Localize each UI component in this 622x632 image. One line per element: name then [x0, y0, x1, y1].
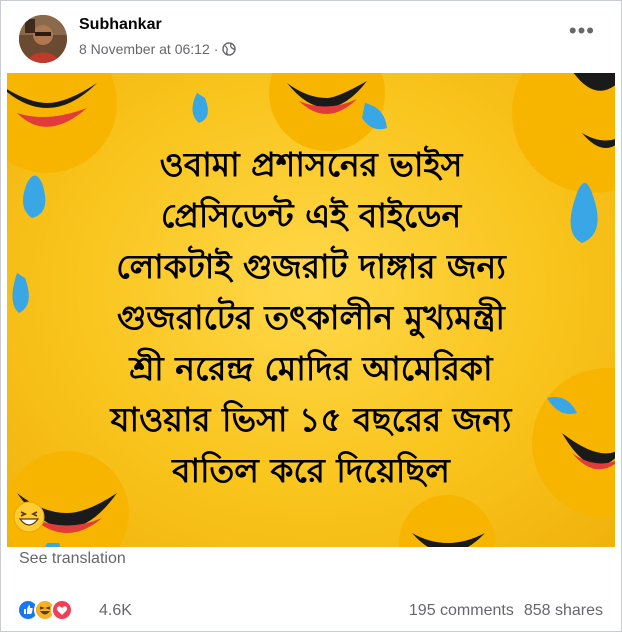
post-header: Subhankar 8 November at 06:12 · •••: [1, 1, 621, 73]
meta-separator: ·: [213, 41, 219, 57]
post-meta: 8 November at 06:12 ·: [79, 41, 237, 57]
meme-text-last-line: বাতিল করে দিয়েছিল: [7, 445, 615, 533]
comments-count[interactable]: 195 comments: [409, 602, 514, 620]
meme-text-line: গুজরাটের তৎকালীন মুখ্যমন্ত্রী: [117, 298, 505, 337]
see-translation-link[interactable]: See translation: [19, 550, 126, 568]
meme-text-line: ওবামা প্রশাসনের ভাইস: [159, 145, 463, 184]
reaction-count[interactable]: 4.6K: [99, 602, 132, 620]
engagement-stats: 195 comments 858 shares: [409, 602, 603, 620]
meme-text-line: শ্রী নরেন্দ্র মোদির আমেরিকা: [129, 349, 493, 388]
author-name[interactable]: Subhankar: [79, 16, 162, 34]
post-footer: 4.6K 195 comments 858 shares: [1, 595, 621, 629]
love-icon: [51, 599, 73, 621]
more-options-icon[interactable]: •••: [569, 20, 595, 42]
meme-text: ওবামা প্রশাসনের ভাইস প্রেসিডেন্ট এই বাইড…: [7, 139, 615, 533]
shares-count[interactable]: 858 shares: [524, 602, 603, 620]
meme-text-line: বাতিল করে দিয়েছিল: [172, 451, 450, 490]
avatar[interactable]: [19, 15, 67, 63]
meme-text-line: যাওয়ার ভিসা ১৫ বছরের জন্য: [110, 400, 512, 439]
globe-icon: [222, 42, 237, 56]
grinning-squinting-face-icon: [13, 496, 45, 533]
avatar-photo: [19, 15, 67, 63]
post-card: Subhankar 8 November at 06:12 · ••• ওবাম…: [0, 0, 622, 632]
meme-text-line: প্রেসিডেন্ট এই বাইডেন: [160, 196, 462, 235]
post-timestamp[interactable]: 8 November at 06:12: [79, 41, 210, 57]
post-image[interactable]: ওবামা প্রশাসনের ভাইস প্রেসিডেন্ট এই বাইড…: [7, 73, 615, 547]
meme-text-line: লোকটাই গুজরাট দাঙ্গার জন্য: [116, 247, 506, 286]
reaction-icons[interactable]: [17, 599, 73, 621]
